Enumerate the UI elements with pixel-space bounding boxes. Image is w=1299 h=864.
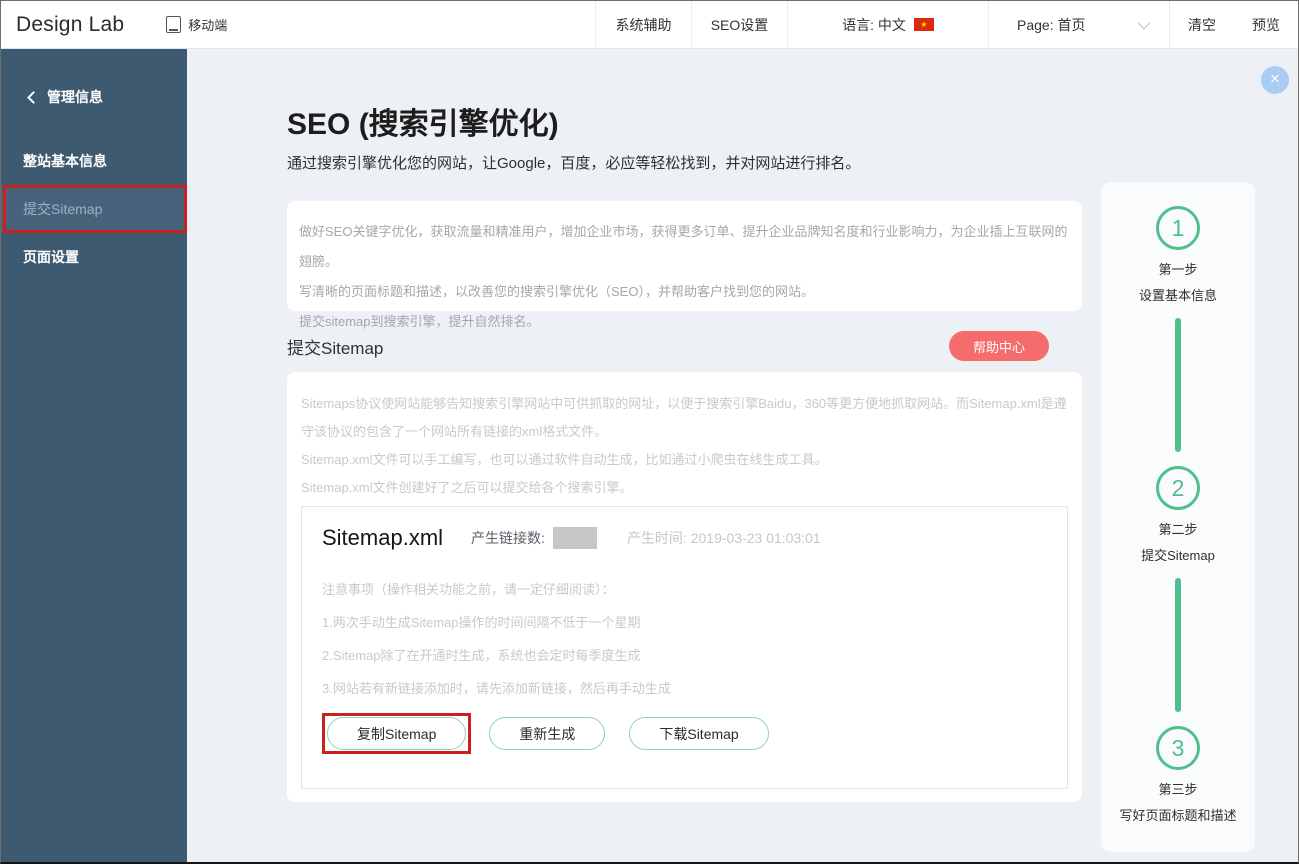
language-selector[interactable]: 语言: 中文 ★ bbox=[788, 1, 988, 48]
step-1-desc: 设置基本信息 bbox=[1139, 285, 1217, 304]
note-item: 3.网站若有新链接添加时，请先添加新链接，然后再手动生成 bbox=[322, 672, 1047, 705]
copy-sitemap-annotated: 复制Sitemap bbox=[322, 713, 471, 754]
sitemap-card-header: Sitemap.xml 产生链接数: 产生时间: 2019-03-23 01:0… bbox=[322, 525, 1047, 551]
sitemap-description-line: Sitemap.xml文件创建好了之后可以提交给各个搜索引擎。 bbox=[301, 474, 1068, 502]
help-center-button[interactable]: 帮助中心 bbox=[949, 331, 1049, 361]
sidebar-menu: 整站基本信息 提交Sitemap 页面设置 bbox=[1, 137, 187, 281]
chevron-down-icon bbox=[1138, 17, 1151, 30]
redacted-links-count bbox=[553, 527, 597, 549]
sidebar-item-label: 提交Sitemap bbox=[23, 199, 102, 219]
page-selector-label: Page: 首页 bbox=[1017, 15, 1085, 35]
mobile-device-icon bbox=[166, 16, 181, 33]
sidebar-item-label: 页面设置 bbox=[23, 247, 79, 267]
generated-time: 产生时间: 2019-03-23 01:03:01 bbox=[627, 528, 821, 548]
step-2-label: 第二步 bbox=[1158, 519, 1197, 538]
sitemap-description-line: Sitemap.xml文件可以手工编写，也可以通过软件自动生成，比如通过小爬虫在… bbox=[301, 446, 1068, 474]
sidebar-item-site-basic-info[interactable]: 整站基本信息 bbox=[1, 137, 187, 185]
regenerate-button[interactable]: 重新生成 bbox=[489, 717, 605, 750]
sidebar-back-link[interactable]: 管理信息 bbox=[1, 49, 187, 107]
clear-button[interactable]: 清空 bbox=[1170, 1, 1234, 48]
sitemap-description-line: Sitemaps协议使网站能够告知搜索引擎网站中可供抓取的网址，以便于搜索引擎B… bbox=[301, 390, 1068, 446]
step-3-circle: 3 bbox=[1156, 726, 1200, 770]
note-item: 2.Sitemap除了在开通时生成，系统也会定时每季度生成 bbox=[322, 639, 1047, 672]
step-1-label: 第一步 bbox=[1158, 259, 1197, 278]
page-subtitle: 通过搜索引擎优化您的网站，让Google，百度，必应等轻松找到，并对网站进行排名… bbox=[287, 152, 1082, 173]
step-2-circle: 2 bbox=[1156, 466, 1200, 510]
sitemap-file-title: Sitemap.xml bbox=[322, 525, 443, 551]
app-window: Design Lab 移动端 系统辅助 SEO设置 语言: 中文 ★ Page:… bbox=[0, 0, 1299, 864]
page-title: SEO (搜索引擎优化) bbox=[287, 99, 1082, 143]
step-3-desc: 写好页面标题和描述 bbox=[1119, 805, 1236, 824]
close-button[interactable]: × bbox=[1261, 66, 1289, 94]
chevron-left-icon bbox=[27, 91, 40, 104]
section-title: 提交Sitemap bbox=[287, 334, 383, 359]
china-flag-icon: ★ bbox=[914, 18, 934, 31]
main-column: SEO (搜索引擎优化) 通过搜索引擎优化您的网站，让Google，百度，必应等… bbox=[287, 49, 1082, 802]
page-selector-dropdown[interactable]: Page: 首页 bbox=[989, 1, 1169, 48]
topbar-spacer bbox=[227, 1, 595, 48]
sitemap-notes: 注意事项（操作相关功能之前，请一定仔细阅读）： 1.两次手动生成Sitemap操… bbox=[322, 573, 1047, 705]
copy-sitemap-button[interactable]: 复制Sitemap bbox=[327, 717, 466, 750]
download-sitemap-button[interactable]: 下载Sitemap bbox=[629, 717, 768, 750]
note-item: 1.两次手动生成Sitemap操作的时间间隔不低于一个星期 bbox=[322, 606, 1047, 639]
sitemap-file-card: Sitemap.xml 产生链接数: 产生时间: 2019-03-23 01:0… bbox=[301, 506, 1068, 789]
generated-links-label: 产生链接数: bbox=[471, 528, 545, 548]
brand-logo: Design Lab bbox=[1, 1, 124, 48]
step-connector-line bbox=[1175, 318, 1181, 452]
steps-guide-panel: 1 第一步 设置基本信息 2 第二步 提交Sitemap 3 第三步 写好页面标… bbox=[1101, 182, 1255, 852]
generated-time-label: 产生时间: bbox=[627, 530, 687, 546]
menu-system-assist[interactable]: 系统辅助 bbox=[596, 1, 691, 48]
topbar: Design Lab 移动端 系统辅助 SEO设置 语言: 中文 ★ Page:… bbox=[1, 1, 1298, 49]
sitemap-panel: Sitemaps协议使网站能够告知搜索引擎网站中可供抓取的网址，以便于搜索引擎B… bbox=[287, 372, 1082, 802]
sidebar-item-submit-sitemap[interactable]: 提交Sitemap bbox=[1, 185, 187, 233]
step-connector-line bbox=[1175, 578, 1181, 712]
sidebar: 管理信息 整站基本信息 提交Sitemap 页面设置 bbox=[1, 49, 187, 862]
menu-seo-settings[interactable]: SEO设置 bbox=[692, 1, 787, 48]
intro-line: 做好SEO关键字优化，获取流量和精准用户，增加企业市场，获得更多订单、提升企业品… bbox=[299, 217, 1070, 277]
generated-time-value: 2019-03-23 01:03:01 bbox=[691, 530, 821, 546]
step-1-circle: 1 bbox=[1156, 206, 1200, 250]
sidebar-back-label: 管理信息 bbox=[47, 87, 103, 107]
language-label: 语言: 中文 bbox=[842, 15, 906, 35]
intro-line: 写清晰的页面标题和描述，以改善您的搜索引擎优化（SEO），并帮助客户找到您的网站… bbox=[299, 277, 1070, 307]
notes-heading: 注意事项（操作相关功能之前，请一定仔细阅读）： bbox=[322, 573, 1047, 606]
content-area: × SEO (搜索引擎优化) 通过搜索引擎优化您的网站，让Google，百度，必… bbox=[187, 49, 1298, 862]
mobile-view-toggle[interactable]: 移动端 bbox=[166, 1, 227, 48]
mobile-view-label: 移动端 bbox=[188, 15, 227, 34]
step-2-desc: 提交Sitemap bbox=[1141, 545, 1215, 564]
step-3-label: 第三步 bbox=[1158, 779, 1197, 798]
sidebar-item-label: 整站基本信息 bbox=[23, 151, 107, 171]
sitemap-actions: 复制Sitemap 重新生成 下载Sitemap bbox=[322, 713, 1047, 754]
sidebar-item-page-settings[interactable]: 页面设置 bbox=[1, 233, 187, 281]
preview-button[interactable]: 预览 bbox=[1234, 1, 1298, 48]
seo-intro-panel: 做好SEO关键字优化，获取流量和精准用户，增加企业市场，获得更多订单、提升企业品… bbox=[287, 201, 1082, 311]
